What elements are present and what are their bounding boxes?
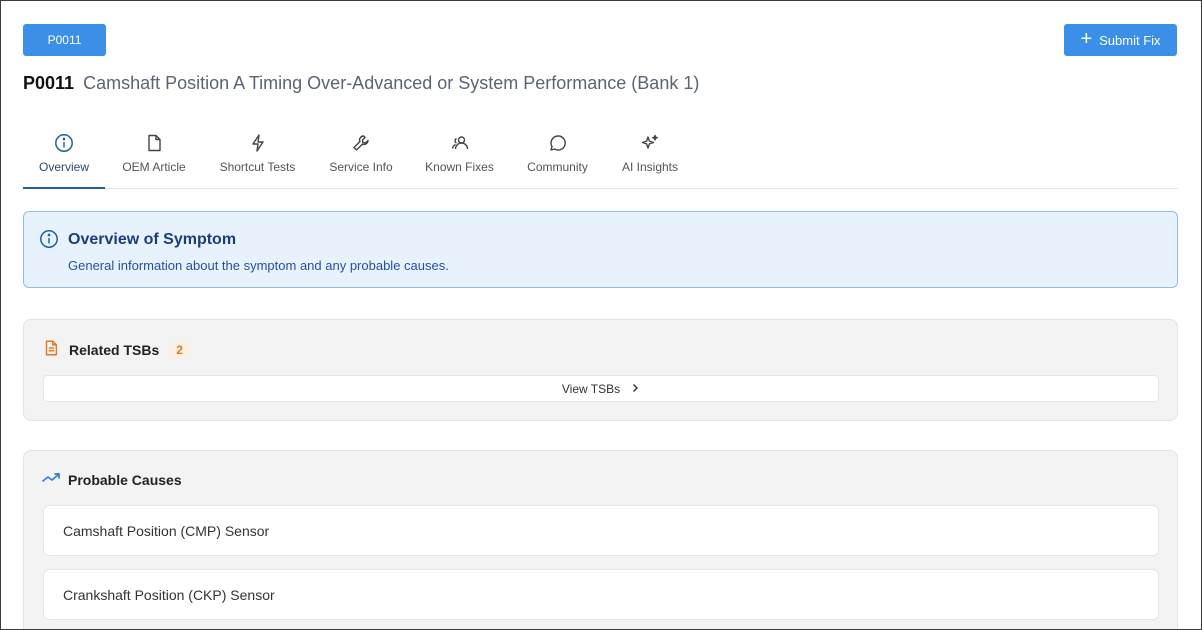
info-circle-icon: [39, 229, 59, 254]
cause-item[interactable]: Camshaft Position (CMP) Sensor: [43, 505, 1159, 556]
overview-info-box: Overview of Symptom General information …: [23, 211, 1178, 288]
tab-label: AI Insights: [621, 160, 679, 174]
trending-up-icon: [42, 471, 61, 488]
document-icon: [42, 339, 60, 360]
tab-label: Overview: [38, 160, 89, 174]
tab-bar: Overview OEM Article Shortcut Tests Serv…: [23, 127, 1178, 189]
tab-oem-article[interactable]: OEM Article: [105, 127, 203, 189]
tab-label: Known Fixes: [425, 160, 494, 174]
wrench-icon: [351, 132, 371, 154]
tab-label: Service Info: [329, 160, 393, 174]
related-tsbs-header: Related TSBs 2: [42, 339, 189, 360]
submit-fix-label: Submit Fix: [1099, 32, 1161, 48]
app-frame: P0011 + Submit Fix P0011 Camshaft Positi…: [0, 0, 1202, 630]
tab-label: Shortcut Tests: [219, 160, 296, 174]
view-tsbs-button[interactable]: View TSBs: [43, 375, 1159, 402]
overview-heading: Overview of Symptom: [68, 231, 237, 248]
probable-causes-header: Probable Causes: [42, 471, 182, 488]
code-chip[interactable]: P0011: [23, 24, 106, 56]
tab-ai-insights[interactable]: AI Insights: [606, 127, 694, 189]
title-description: Camshaft Position A Timing Over-Advanced…: [83, 73, 700, 93]
tab-known-fixes[interactable]: Known Fixes: [410, 127, 509, 189]
cause-item[interactable]: Crankshaft Position (CKP) Sensor: [43, 569, 1159, 620]
view-tsbs-label: View TSBs: [561, 381, 621, 396]
users-icon: [450, 132, 470, 154]
tab-service-info[interactable]: Service Info: [312, 127, 410, 189]
chat-bubble-icon: [548, 132, 568, 154]
tab-community[interactable]: Community: [509, 127, 606, 189]
related-tsbs-panel: Related TSBs 2 View TSBs: [23, 319, 1178, 421]
title-code: P0011: [23, 73, 75, 93]
submit-fix-button[interactable]: + Submit Fix: [1064, 24, 1177, 56]
chevron-right-icon: [630, 382, 640, 396]
overview-subtext: General information about the symptom an…: [68, 258, 449, 273]
page-title: P0011 Camshaft Position A Timing Over-Ad…: [23, 73, 699, 94]
tab-overview[interactable]: Overview: [23, 127, 105, 189]
probable-causes-panel: Probable Causes Camshaft Position (CMP) …: [23, 450, 1178, 629]
lightning-icon: [248, 132, 268, 154]
tab-label: Community: [527, 160, 588, 174]
document-icon: [144, 132, 164, 154]
probable-causes-title: Probable Causes: [68, 471, 182, 488]
tsb-count-badge: 2: [170, 340, 189, 359]
info-circle-icon: [54, 132, 74, 154]
sparkle-icon: [640, 132, 660, 154]
tab-label: OEM Article: [122, 160, 186, 174]
tab-shortcut-tests[interactable]: Shortcut Tests: [203, 127, 312, 189]
related-tsbs-title: Related TSBs: [69, 341, 160, 358]
plus-icon: +: [1080, 28, 1093, 50]
